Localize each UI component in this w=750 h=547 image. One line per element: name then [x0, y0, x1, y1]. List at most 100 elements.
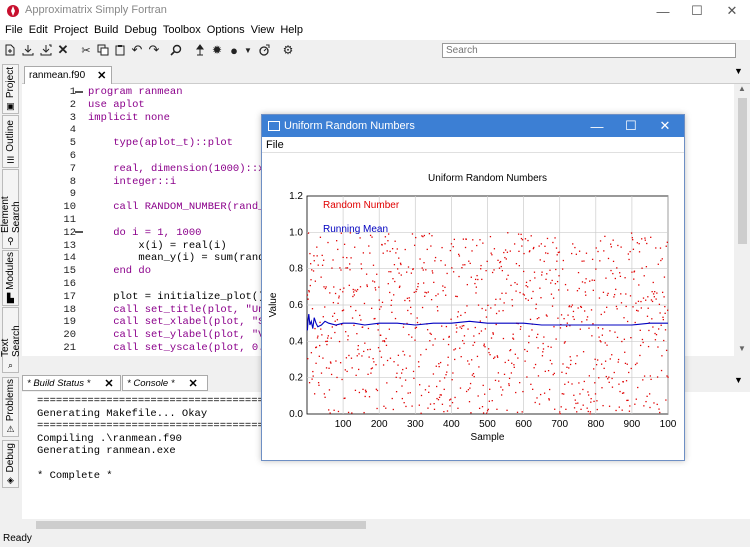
random-number-point	[378, 299, 380, 301]
maximize-button[interactable]: ☐	[680, 0, 714, 22]
random-number-point	[653, 402, 655, 404]
random-number-point	[360, 319, 362, 321]
random-number-point	[436, 306, 439, 308]
random-number-point	[450, 398, 452, 400]
tab-list-dropdown-icon[interactable]: ▼	[734, 66, 743, 76]
random-number-point	[410, 313, 412, 315]
random-number-point	[556, 254, 558, 256]
save-icon[interactable]	[20, 42, 36, 58]
random-number-point	[570, 359, 572, 362]
find-icon[interactable]	[168, 42, 184, 58]
search-input[interactable]	[442, 43, 736, 58]
random-number-point	[437, 310, 439, 312]
random-number-point	[452, 271, 455, 273]
sidebar-tab-modules[interactable]: Modules ▙	[2, 250, 19, 306]
random-number-point	[334, 331, 336, 334]
dropdown-icon[interactable]: ▼	[240, 42, 256, 58]
scroll-down-icon[interactable]: ▼	[738, 344, 746, 353]
close-tab-icon[interactable]: ✕	[189, 377, 198, 390]
random-number-point	[585, 278, 587, 280]
menu-view[interactable]: View	[250, 22, 280, 40]
plot-menu-file[interactable]: File	[266, 139, 284, 151]
random-number-point	[595, 364, 598, 366]
menu-build[interactable]: Build	[93, 22, 123, 40]
random-number-point	[464, 246, 467, 249]
panel-list-dropdown-icon[interactable]: ▼	[734, 375, 743, 385]
random-number-point	[313, 260, 315, 262]
random-number-point	[354, 389, 357, 392]
copy-icon[interactable]	[95, 42, 111, 58]
close-tab-icon[interactable]: ✕	[97, 69, 106, 82]
editor-scroll-thumb[interactable]	[738, 98, 747, 244]
fold-marker-icon[interactable]	[75, 91, 83, 93]
random-number-point	[424, 295, 426, 297]
code-line: call set_ylabel(plot, "Va	[88, 329, 271, 342]
random-number-point	[329, 292, 331, 294]
random-number-point	[406, 297, 409, 300]
paste-icon[interactable]	[112, 42, 128, 58]
menu-edit[interactable]: Edit	[28, 22, 53, 40]
y-tick-label: 0.4	[289, 336, 303, 347]
random-number-point	[624, 277, 626, 279]
random-number-point	[582, 404, 584, 406]
sidebar-tab-text-search[interactable]: Text Search ⌕	[0, 307, 22, 373]
random-number-point	[312, 375, 314, 377]
editor-tab[interactable]: ranmean.f90 ✕	[24, 66, 112, 84]
random-number-point	[641, 267, 643, 269]
scroll-up-icon[interactable]: ▲	[738, 84, 746, 93]
fold-marker-icon[interactable]	[75, 231, 83, 233]
minimize-button[interactable]: —	[646, 0, 680, 22]
random-number-point	[332, 315, 334, 317]
sidebar-tab-project[interactable]: Project ▣	[2, 64, 19, 114]
close-button[interactable]: ✕	[715, 0, 749, 22]
random-number-point	[650, 378, 652, 381]
random-number-point	[325, 340, 327, 343]
random-number-point	[574, 362, 577, 365]
console-scroll-thumb[interactable]	[36, 521, 366, 529]
sidebar-tab-element-search[interactable]: Element Search ⚲	[0, 169, 22, 249]
close-tab-icon[interactable]: ✕	[104, 377, 113, 390]
sidebar-tab-problems[interactable]: Problems ⚠	[2, 377, 19, 437]
settings-icon[interactable]: ✹	[209, 42, 225, 58]
plot-window[interactable]: Uniform Random Numbers — ☐ ✕ File Unifor…	[261, 114, 685, 461]
plot-close-button[interactable]: ✕	[648, 115, 682, 137]
random-number-point	[462, 264, 464, 266]
random-number-point	[627, 399, 629, 401]
menu-file[interactable]: File	[4, 22, 28, 40]
random-number-point	[402, 350, 404, 353]
save-all-icon[interactable]	[38, 42, 54, 58]
menu-help[interactable]: Help	[279, 22, 308, 40]
random-number-point	[438, 363, 440, 365]
redo-icon[interactable]: ↷	[146, 42, 162, 58]
random-number-point	[535, 307, 537, 310]
random-number-point	[638, 243, 640, 245]
random-number-point	[460, 356, 462, 358]
random-number-point	[520, 237, 523, 240]
plot-minimize-button[interactable]: —	[580, 115, 614, 137]
build-icon[interactable]	[192, 42, 208, 58]
random-number-point	[525, 284, 527, 287]
tools-icon[interactable]: ⚙	[280, 42, 296, 58]
tab-build-status[interactable]: * Build Status * ✕	[22, 375, 121, 391]
menu-project[interactable]: Project	[53, 22, 93, 40]
random-number-point	[536, 318, 539, 320]
menu-toolbox[interactable]: Toolbox	[162, 22, 206, 40]
cut-icon[interactable]: ✂	[78, 42, 94, 58]
sidebar-tab-outline[interactable]: Outline ☰	[2, 115, 19, 168]
debug-icon[interactable]	[256, 42, 272, 58]
random-number-point	[393, 264, 396, 266]
random-number-point	[551, 305, 554, 307]
menu-debug[interactable]: Debug	[123, 22, 161, 40]
sidebar-tab-debug[interactable]: Debug ◈	[2, 440, 19, 488]
tab-console[interactable]: * Console * ✕	[122, 375, 208, 391]
plot-maximize-button[interactable]: ☐	[614, 115, 648, 137]
plot-window-title-bar[interactable]: Uniform Random Numbers — ☐ ✕	[262, 115, 684, 137]
menu-options[interactable]: Options	[206, 22, 250, 40]
new-file-icon[interactable]	[2, 42, 18, 58]
random-number-point	[494, 356, 496, 358]
random-number-point	[407, 392, 409, 394]
random-number-point	[570, 306, 572, 308]
random-number-point	[306, 294, 309, 296]
close-icon[interactable]: ✕	[55, 42, 71, 58]
undo-icon[interactable]: ↶	[129, 42, 145, 58]
